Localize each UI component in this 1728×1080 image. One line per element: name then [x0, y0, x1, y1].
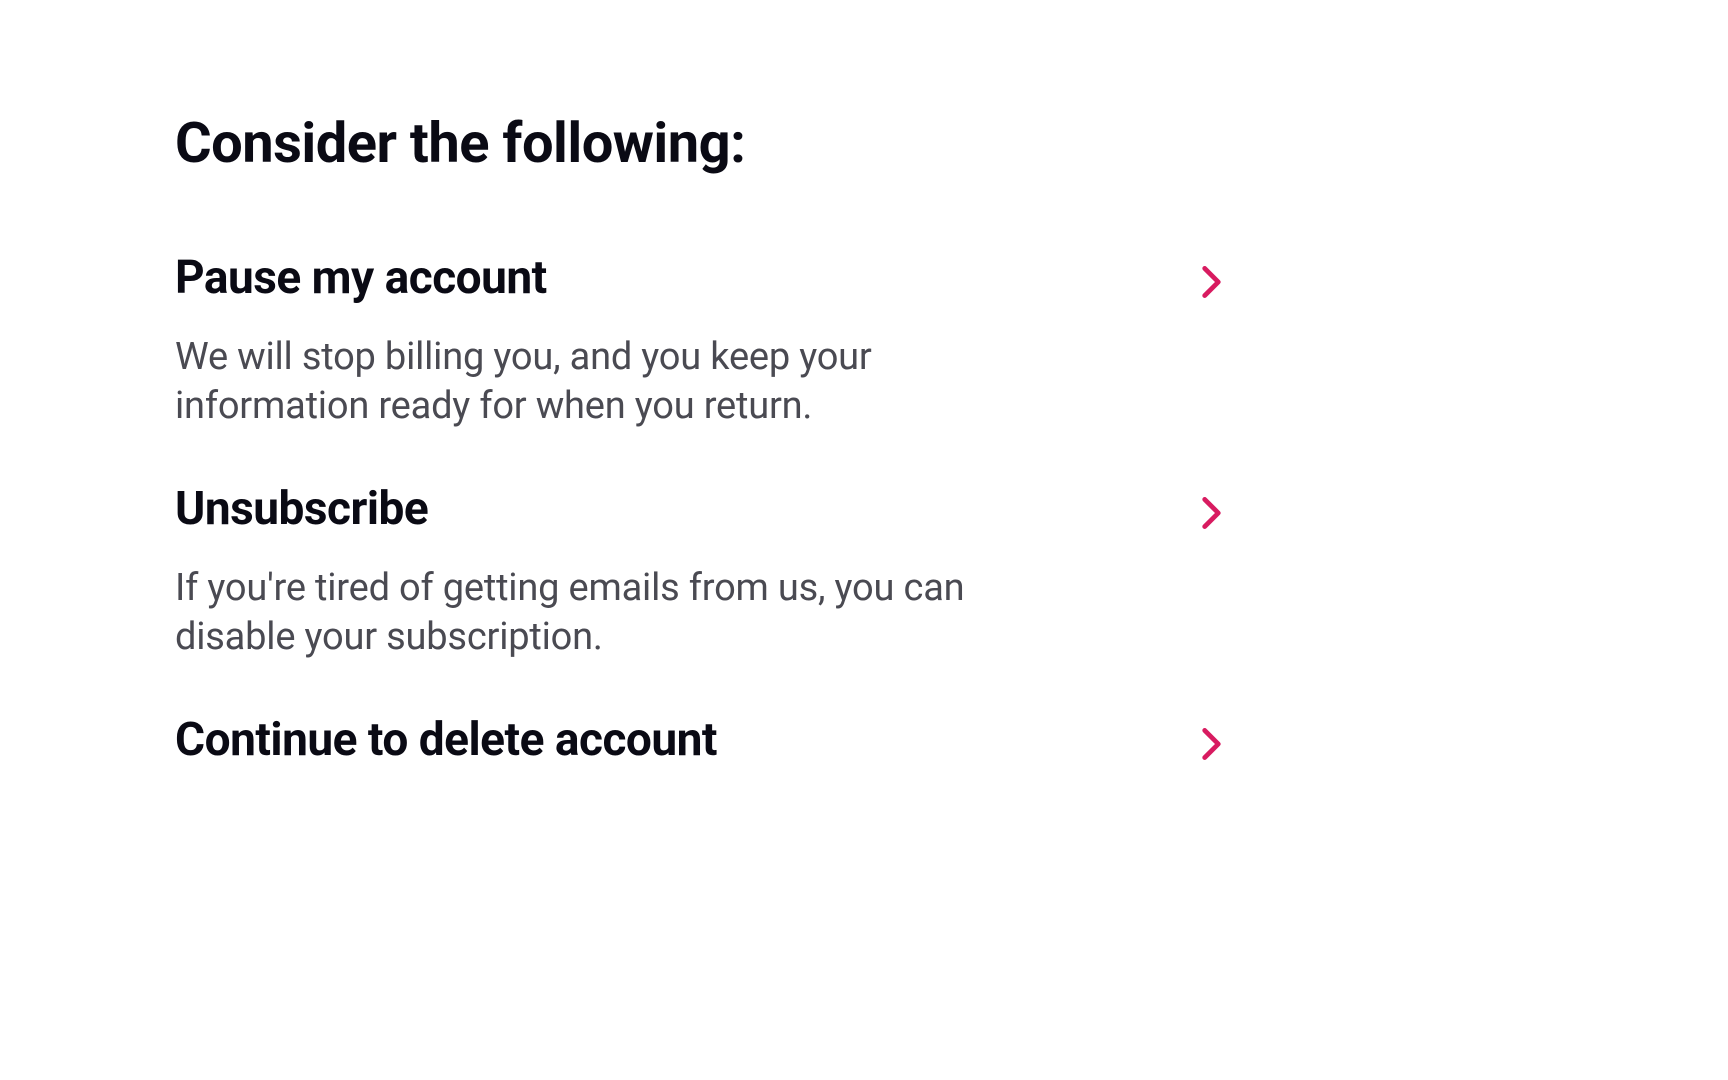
page-title: Consider the following: — [175, 110, 1553, 176]
chevron-right-icon — [1197, 721, 1225, 767]
option-title: Continue to delete account — [175, 713, 717, 767]
chevron-right-icon — [1197, 259, 1225, 305]
option-list: Pause my account We will stop billing yo… — [175, 251, 1553, 767]
option-text: Unsubscribe If you're tired of getting e… — [175, 482, 1015, 663]
option-continue-delete[interactable]: Continue to delete account — [175, 713, 1225, 767]
option-pause-account[interactable]: Pause my account We will stop billing yo… — [175, 251, 1225, 432]
option-description: We will stop billing you, and you keep y… — [175, 333, 1015, 432]
chevron-right-icon — [1197, 490, 1225, 536]
option-unsubscribe[interactable]: Unsubscribe If you're tired of getting e… — [175, 482, 1225, 663]
option-text: Continue to delete account — [175, 713, 717, 767]
option-title: Pause my account — [175, 251, 1015, 305]
option-text: Pause my account We will stop billing yo… — [175, 251, 1015, 432]
option-title: Unsubscribe — [175, 482, 1015, 536]
option-description: If you're tired of getting emails from u… — [175, 564, 1015, 663]
